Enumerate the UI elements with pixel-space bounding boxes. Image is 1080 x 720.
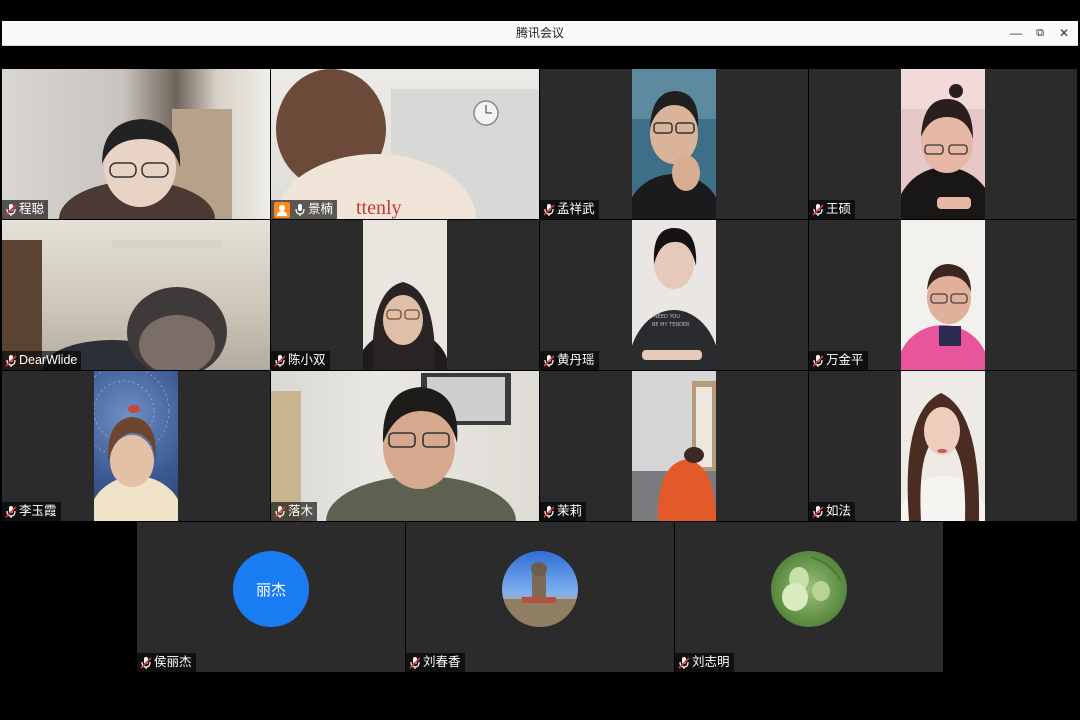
video-tile-DearWlide[interactable]: DearWlide — [2, 220, 270, 370]
participant-video: NEED YOU BE MY TENDER — [632, 220, 716, 370]
participant-nametag: 侯丽杰 — [137, 653, 196, 672]
title-bar[interactable]: 腾讯会议 — ⧉ ✕ — [2, 21, 1078, 46]
participant-name: 刘志明 — [692, 655, 730, 669]
participant-nametag: 黄丹瑶 — [540, 351, 599, 370]
participant-name: 黄丹瑶 — [557, 353, 595, 367]
mic-muted-icon — [5, 505, 17, 519]
participant-name: 如法 — [826, 504, 852, 518]
participant-video — [2, 220, 270, 370]
participant-video — [632, 371, 716, 521]
video-tile-黄丹瑶[interactable]: NEED YOU BE MY TENDER 黄丹瑶 — [540, 220, 808, 370]
video-tile-景楠[interactable]: ttenly 景楠 — [271, 69, 539, 219]
participant-nametag: DearWlide — [2, 351, 82, 370]
participant-nametag: 景楠 — [271, 200, 338, 219]
participant-name: 茉莉 — [557, 504, 583, 518]
participant-video — [901, 371, 985, 521]
mic-muted-icon — [274, 354, 286, 368]
meeting-window: 腾讯会议 — ⧉ ✕ 程聪 ttenly 景楠 孟祥武 王硕 DearWlide… — [0, 0, 1080, 720]
avatar-tile-刘志明[interactable]: 刘志明 — [675, 522, 943, 672]
participant-name: 落木 — [288, 504, 314, 518]
participant-name: 王硕 — [826, 202, 852, 216]
participant-name: 李玉霞 — [19, 504, 57, 518]
participant-nametag: 刘志明 — [675, 653, 734, 672]
mic-muted-icon — [678, 656, 690, 670]
restore-button[interactable]: ⧉ — [1028, 21, 1052, 45]
participant-video: ttenly — [271, 69, 539, 219]
participant-name: 陈小双 — [288, 353, 326, 367]
participant-video — [901, 220, 985, 370]
svg-text:ttenly: ttenly — [356, 197, 402, 219]
participant-nametag: 程聪 — [2, 200, 49, 219]
video-tile-孟祥武[interactable]: 孟祥武 — [540, 69, 808, 219]
svg-text:BE MY TENDER: BE MY TENDER — [652, 322, 690, 328]
participant-name: DearWlide — [19, 353, 78, 367]
avatar — [502, 551, 578, 627]
participant-nametag: 王硕 — [809, 200, 856, 219]
mic-muted-icon — [543, 354, 555, 368]
mic-muted-icon — [5, 354, 17, 368]
participant-nametag: 陈小双 — [271, 351, 330, 370]
avatar-initials: 丽杰 — [255, 581, 286, 599]
video-tile-李玉霞[interactable]: 李玉霞 — [2, 371, 270, 521]
participant-video — [94, 371, 178, 521]
participant-video — [901, 69, 985, 219]
participant-video — [271, 371, 539, 521]
mic-muted-icon — [543, 203, 555, 217]
mic-muted-icon — [274, 505, 286, 519]
video-tile-落木[interactable]: 落木 — [271, 371, 539, 521]
participant-name: 万金平 — [826, 353, 864, 367]
video-tile-万金平[interactable]: 万金平 — [809, 220, 1077, 370]
mic-muted-icon — [543, 505, 555, 519]
avatar: 丽杰 — [233, 551, 309, 627]
avatar — [771, 551, 847, 627]
mic-muted-icon — [5, 203, 17, 217]
avatar-tile-侯丽杰[interactable]: 丽杰 侯丽杰 — [137, 522, 405, 672]
participant-name: 刘春香 — [423, 655, 461, 669]
participant-grid: 程聪 ttenly 景楠 孟祥武 王硕 DearWlide 陈小双 NEED Y… — [0, 69, 1080, 673]
mic-muted-icon — [812, 505, 824, 519]
participant-nametag: 落木 — [271, 502, 318, 521]
participant-name: 侯丽杰 — [154, 655, 192, 669]
participant-video — [2, 69, 270, 219]
mic-on-icon — [294, 203, 306, 217]
participant-nametag: 孟祥武 — [540, 200, 599, 219]
video-tile-王硕[interactable]: 王硕 — [809, 69, 1077, 219]
video-tile-陈小双[interactable]: 陈小双 — [271, 220, 539, 370]
mic-muted-icon — [812, 354, 824, 368]
participant-nametag: 刘春香 — [406, 653, 465, 672]
participant-nametag: 李玉霞 — [2, 502, 61, 521]
video-tile-程聪[interactable]: 程聪 — [2, 69, 270, 219]
participant-nametag: 茉莉 — [540, 502, 587, 521]
participant-name: 景楠 — [308, 202, 334, 216]
host-icon — [274, 201, 290, 218]
avatar-tile-刘春香[interactable]: 刘春香 — [406, 522, 674, 672]
svg-text:NEED YOU: NEED YOU — [654, 314, 680, 320]
mic-muted-icon — [812, 203, 824, 217]
participant-nametag: 如法 — [809, 502, 856, 521]
video-tile-如法[interactable]: 如法 — [809, 371, 1077, 521]
mic-muted-icon — [140, 656, 152, 670]
participant-name: 孟祥武 — [557, 202, 595, 216]
minimize-button[interactable]: — — [1004, 21, 1028, 45]
participant-name: 程聪 — [19, 202, 45, 216]
participant-video — [632, 69, 716, 219]
participant-video — [363, 220, 447, 370]
video-tile-茉莉[interactable]: 茉莉 — [540, 371, 808, 521]
participant-nametag: 万金平 — [809, 351, 868, 370]
mic-muted-icon — [409, 656, 421, 670]
close-button[interactable]: ✕ — [1052, 21, 1076, 45]
window-title: 腾讯会议 — [515, 26, 564, 40]
